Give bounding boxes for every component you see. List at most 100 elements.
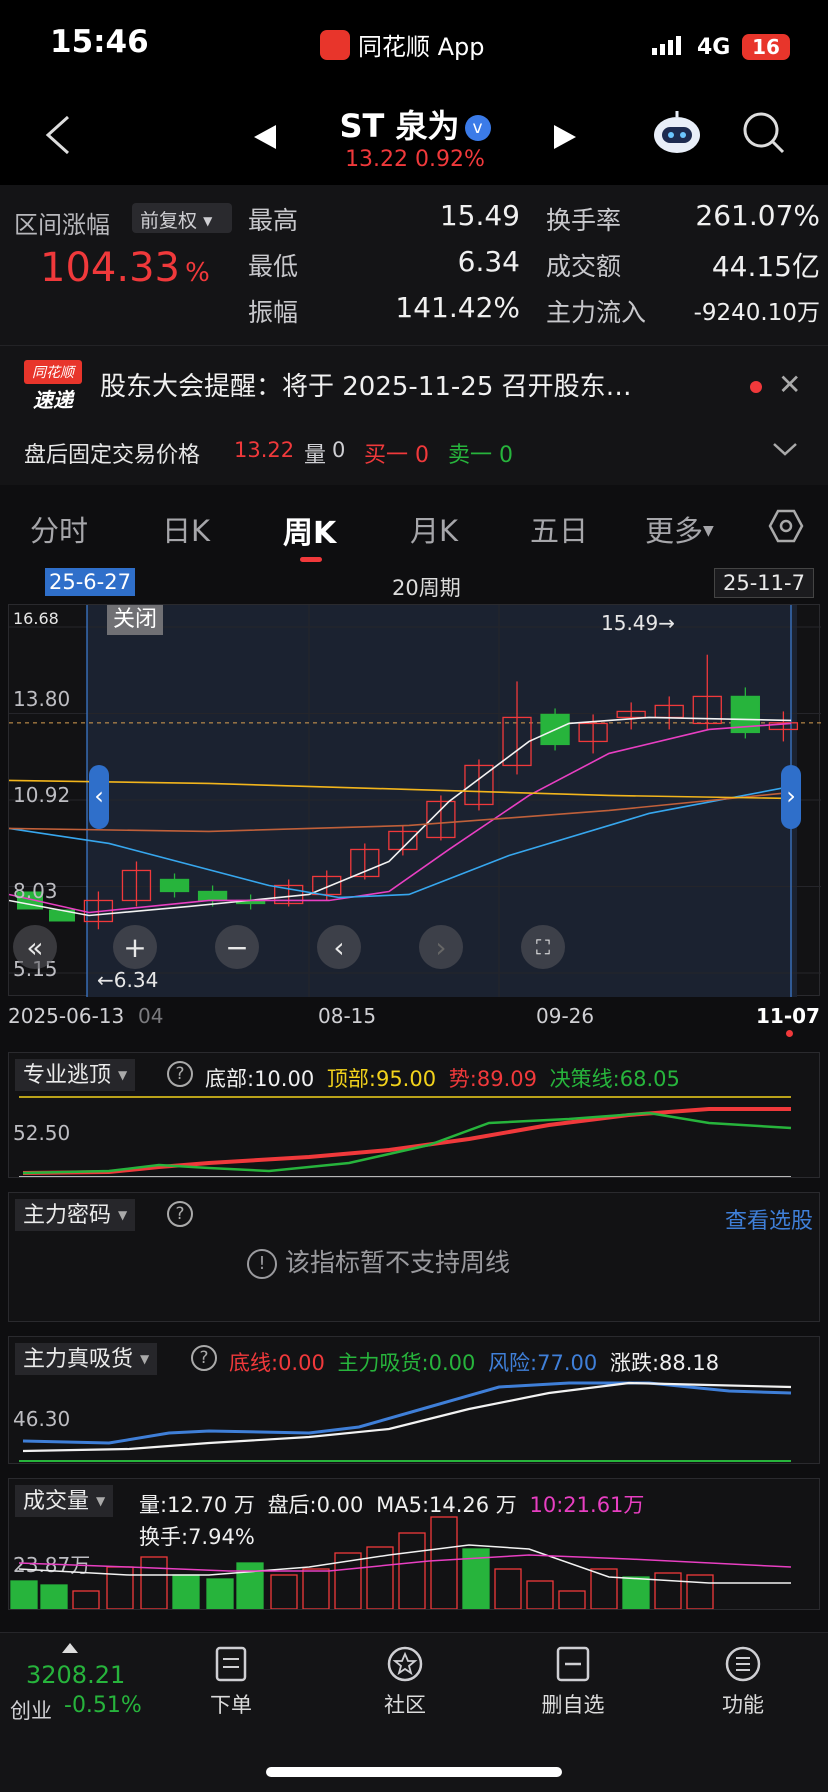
verified-icon: v	[464, 115, 491, 141]
status-bar: 15:46 同花顺 App 4G 16	[0, 0, 828, 95]
unsupported-msg: ! 该指标暂不支持周线	[247, 1243, 510, 1279]
app-logo-icon	[320, 29, 350, 60]
tab-community-label: 社区	[384, 1693, 426, 1717]
volume-bar	[430, 1516, 458, 1609]
tab-day-k[interactable]: 日K	[162, 508, 210, 550]
low-value: 6.34	[457, 245, 520, 278]
network-label: 4G	[697, 35, 731, 60]
after-buy1: 买一 0	[364, 443, 429, 468]
indicator-true-absorb: 主力真吸货 ▼ ? 底线:0.00 主力吸货:0.00 风险:77.00 涨跌:…	[8, 1336, 820, 1464]
amp-value: 141.42%	[395, 291, 520, 324]
volume-bar	[40, 1584, 68, 1609]
index-widget[interactable]: 3208.21 创业 -0.51%	[0, 1633, 170, 1743]
notice-text: 股东大会提醒：将于 2025-11-25 召开股东…	[100, 372, 632, 402]
scroll-left-button[interactable]: ‹	[317, 925, 361, 969]
candle-body	[197, 890, 228, 902]
active-tab-indicator	[300, 557, 322, 562]
high-value: 15.49	[439, 199, 520, 232]
chevron-right-icon: ›	[435, 930, 447, 964]
volume-bar	[654, 1572, 682, 1609]
community-star-icon	[387, 1646, 423, 1682]
volume-bar	[270, 1574, 298, 1609]
close-notice-button[interactable]: ✕	[778, 368, 801, 401]
volume-bar	[622, 1576, 650, 1609]
chevron-left-icon: ‹	[94, 782, 104, 810]
tab-five-day[interactable]: 五日	[530, 508, 588, 550]
range-summary: 区间涨幅 前复权 ▼ 104.33 % 最高 15.49 最低 6.34 振幅 …	[0, 185, 828, 345]
tab-functions[interactable]: 功能	[708, 1645, 778, 1719]
scroll-start-button[interactable]: «	[13, 925, 57, 969]
after-vol-label: 量	[304, 443, 327, 468]
high-label: 最高	[248, 206, 299, 235]
bottom-tab-bar: 3208.21 创业 -0.51% 下单 社区 删自选 功能	[0, 1632, 828, 1792]
index-value: 3208.21	[26, 1661, 126, 1689]
candle-pre	[49, 909, 75, 922]
ind1-chart	[19, 1096, 792, 1177]
tab-order[interactable]: 下单	[196, 1645, 266, 1719]
indicator-dropdown[interactable]: 主力密码 ▼	[15, 1199, 136, 1231]
next-stock-button[interactable]	[552, 123, 578, 155]
turnover-label: 换手率	[546, 206, 622, 235]
app-badge: 同花顺 App	[320, 27, 485, 62]
logo-top: 同花顺	[24, 360, 82, 384]
tab-fenshi[interactable]: 分时	[30, 508, 88, 550]
y-label-2: 10.92	[13, 783, 71, 807]
volume-chart	[10, 1516, 792, 1609]
double-chevron-left-icon: «	[26, 930, 44, 964]
stock-change: 0.92%	[415, 147, 485, 172]
current-date-dot	[786, 1030, 793, 1037]
after-hours-row[interactable]: 盘后固定交易价格 13.22 量 0 买一 0 卖一 0	[0, 425, 828, 485]
chevron-right-icon: ›	[786, 782, 796, 810]
caret-down-icon: ▼	[703, 523, 714, 539]
tab-community[interactable]: 社区	[370, 1645, 440, 1719]
amp-label: 振幅	[248, 298, 299, 327]
scroll-right-button[interactable]: ›	[419, 925, 463, 969]
adjust-dropdown[interactable]: 前复权 ▼	[132, 203, 232, 233]
notice-banner[interactable]: 同花顺 速递 股东大会提醒：将于 2025-11-25 召开股东… ✕	[0, 345, 828, 425]
fullscreen-button[interactable]: ⛶	[521, 925, 565, 969]
back-icon	[45, 115, 70, 155]
nav-bar: ST 泉为 v 13.22 0.92%	[0, 95, 828, 185]
expand-button[interactable]	[772, 439, 798, 463]
close-icon: ✕	[778, 368, 802, 401]
index-name: 创业	[10, 1699, 52, 1723]
range-left-handle[interactable]: ‹	[89, 765, 109, 829]
range-right-handle[interactable]: ›	[781, 765, 801, 829]
after-vol: 0	[332, 438, 346, 462]
kline-chart[interactable]: 16.68 13.80 10.92 8.03 5.15 关闭 15.49→ ←6…	[8, 604, 821, 997]
tab-week-k[interactable]: 周K	[283, 508, 336, 552]
tab-more[interactable]: 更多▼	[645, 508, 714, 550]
tab-month-k[interactable]: 月K	[410, 508, 458, 550]
stock-name: ST 泉为	[339, 107, 460, 145]
y-label-0: 16.68	[13, 609, 59, 628]
view-picks-link[interactable]: 查看选股	[725, 1203, 813, 1235]
y-label-1: 13.80	[13, 687, 71, 711]
search-button[interactable]	[742, 111, 786, 155]
robot-assistant-button[interactable]	[652, 109, 702, 157]
volume-bar	[72, 1590, 100, 1609]
indicator-escape-top: 专业逃顶 ▼ ? 底部:10.00 顶部:95.00 势:89.09 决策线:6…	[8, 1052, 820, 1178]
unsupported-text: 该指标暂不支持周线	[284, 1248, 510, 1277]
logo-bottom: 速递	[33, 388, 73, 412]
stock-quote: 13.22 0.92%	[330, 147, 500, 172]
app-name: 同花顺 App	[358, 33, 485, 61]
y-label-3: 8.03	[13, 879, 58, 903]
range-start-badge[interactable]: 25-6-27	[45, 568, 135, 596]
chart-settings-button[interactable]	[768, 508, 804, 548]
range-end-badge[interactable]: 25-11-7	[714, 568, 814, 598]
stock-title: ST 泉为 v	[330, 101, 500, 147]
close-overlay-button[interactable]: 关闭	[107, 605, 164, 635]
period-tabs: 分时 日K 周K 月K 五日 更多▼	[0, 490, 828, 565]
help-button[interactable]: ?	[167, 1201, 193, 1227]
zoom-out-button[interactable]: −	[215, 925, 259, 969]
prev-stock-button[interactable]	[252, 123, 278, 155]
x-label-3: 09-26	[536, 1004, 595, 1028]
zoom-in-button[interactable]: +	[113, 925, 157, 969]
back-button[interactable]	[40, 113, 80, 157]
tab-remove-watch[interactable]: 删自选	[538, 1645, 608, 1719]
alert-icon: !	[247, 1249, 277, 1279]
candle-body	[159, 878, 190, 893]
volume-bar	[236, 1562, 264, 1609]
order-doc-icon	[215, 1646, 247, 1682]
ind3-chart	[19, 1381, 792, 1462]
